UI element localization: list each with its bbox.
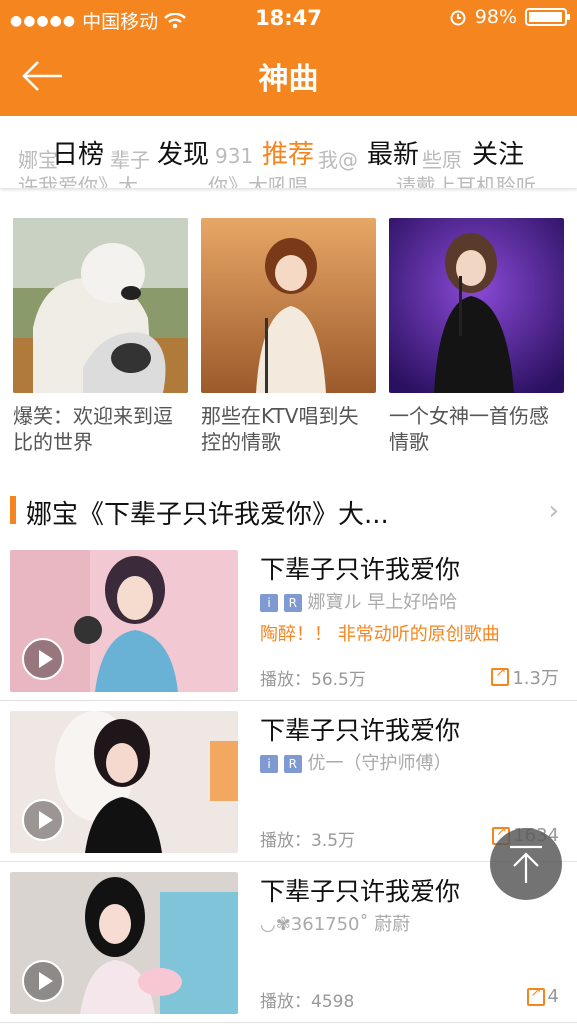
section-header[interactable]: 娜宝《下辈子只许我爱你》大... › (0, 490, 577, 534)
playlist-caption: 那些在KTV唱到失控的情歌 (201, 404, 359, 454)
section-title: 娜宝《下辈子只许我爱你》大... (26, 500, 389, 530)
tab-daily[interactable]: 日榜 (52, 134, 104, 171)
page-title: 神曲 (258, 62, 319, 97)
tab-bar: 娜宝 辈子 931 我@ 些原 许我爱你》大... 你》大吼唱 请戴上耳机聆听 … (0, 116, 577, 188)
video-thumbnail (10, 550, 238, 692)
tag-icon: i (260, 755, 278, 773)
author-name: ◡✾361750˚ 蔚蔚 (260, 914, 411, 935)
author-name: 娜寶ル 早上好哈哈 (307, 592, 458, 613)
author-name: 优一（守护师傅） (307, 753, 452, 774)
section-accent-bar (10, 496, 16, 524)
video-description: 陶醉！！ 非常动听的原创歌曲 (260, 624, 500, 645)
play-count: 播放：56.5万 (260, 670, 366, 690)
play-icon[interactable] (22, 638, 64, 680)
playlist-card[interactable]: 一个女神一首伤感情歌 (389, 218, 564, 455)
playlist-cover-ktv (201, 218, 376, 393)
video-title: 下辈子只许我爱你 (260, 555, 461, 584)
status-bar: ●●●●● 中国移动 18:47 98% (0, 0, 577, 36)
nav-bar: 神曲 (0, 40, 577, 112)
tab-discover[interactable]: 发现 (157, 134, 209, 171)
share-button[interactable]: 1.3万 (491, 664, 559, 690)
video-row[interactable]: 下辈子只许我爱你 i R 娜寶ル 早上好哈哈 陶醉！！ 非常动听的原创歌曲 播放… (0, 540, 577, 701)
video-thumbnail (10, 711, 238, 853)
video-thumbnail (10, 872, 238, 1014)
tag-icon: i (260, 594, 278, 612)
playlist-card[interactable]: 那些在KTV唱到失控的情歌 (201, 218, 376, 455)
play-icon[interactable] (22, 960, 64, 1002)
tab-latest[interactable]: 最新 (367, 134, 419, 171)
video-author: i R 优一（守护师傅） (260, 749, 451, 775)
share-icon (491, 665, 510, 686)
video-row[interactable]: 下辈子只许我爱你 i R 优一（守护师傅） 播放：3.5万 1634 (0, 701, 577, 862)
app-header: ●●●●● 中国移动 18:47 98% 神曲 (0, 0, 577, 116)
playlist-cover-dog (13, 218, 188, 393)
playlist-caption: 一个女神一首伤感情歌 (389, 404, 549, 454)
video-title: 下辈子只许我爱你 (260, 716, 461, 745)
share-count: 1.3万 (512, 668, 559, 689)
battery-percent: 98% (474, 6, 517, 28)
battery-icon (525, 8, 570, 26)
alarm-icon (450, 10, 466, 26)
play-count: 播放：3.5万 (260, 831, 356, 851)
tab-following[interactable]: 关注 (472, 134, 524, 171)
scroll-to-top-button[interactable] (490, 828, 562, 900)
playlist-cover-singer (389, 218, 564, 393)
video-author: i R 娜寶ル 早上好哈哈 (260, 588, 457, 614)
video-title: 下辈子只许我爱你 (260, 877, 461, 906)
play-count: 播放：4598 (260, 992, 355, 1012)
play-icon[interactable] (22, 799, 64, 841)
video-row[interactable]: 下辈子只许我爱你 ◡✾361750˚ 蔚蔚 播放：4598 4 (0, 862, 577, 1023)
playlist-caption: 爆笑：欢迎来到逗比的世界 (13, 404, 173, 454)
chevron-right-icon: › (548, 496, 559, 526)
tag-icon: R (283, 755, 302, 773)
tab-recommend[interactable]: 推荐 (262, 134, 314, 171)
share-icon (526, 985, 545, 1006)
video-author: ◡✾361750˚ 蔚蔚 (260, 910, 410, 936)
share-button[interactable]: 4 (526, 985, 559, 1007)
scroll-top-icon (510, 845, 542, 883)
playlist-card[interactable]: 爆笑：欢迎来到逗比的世界 (13, 218, 188, 455)
share-count: 4 (547, 986, 559, 1007)
tag-icon: R (283, 594, 302, 612)
